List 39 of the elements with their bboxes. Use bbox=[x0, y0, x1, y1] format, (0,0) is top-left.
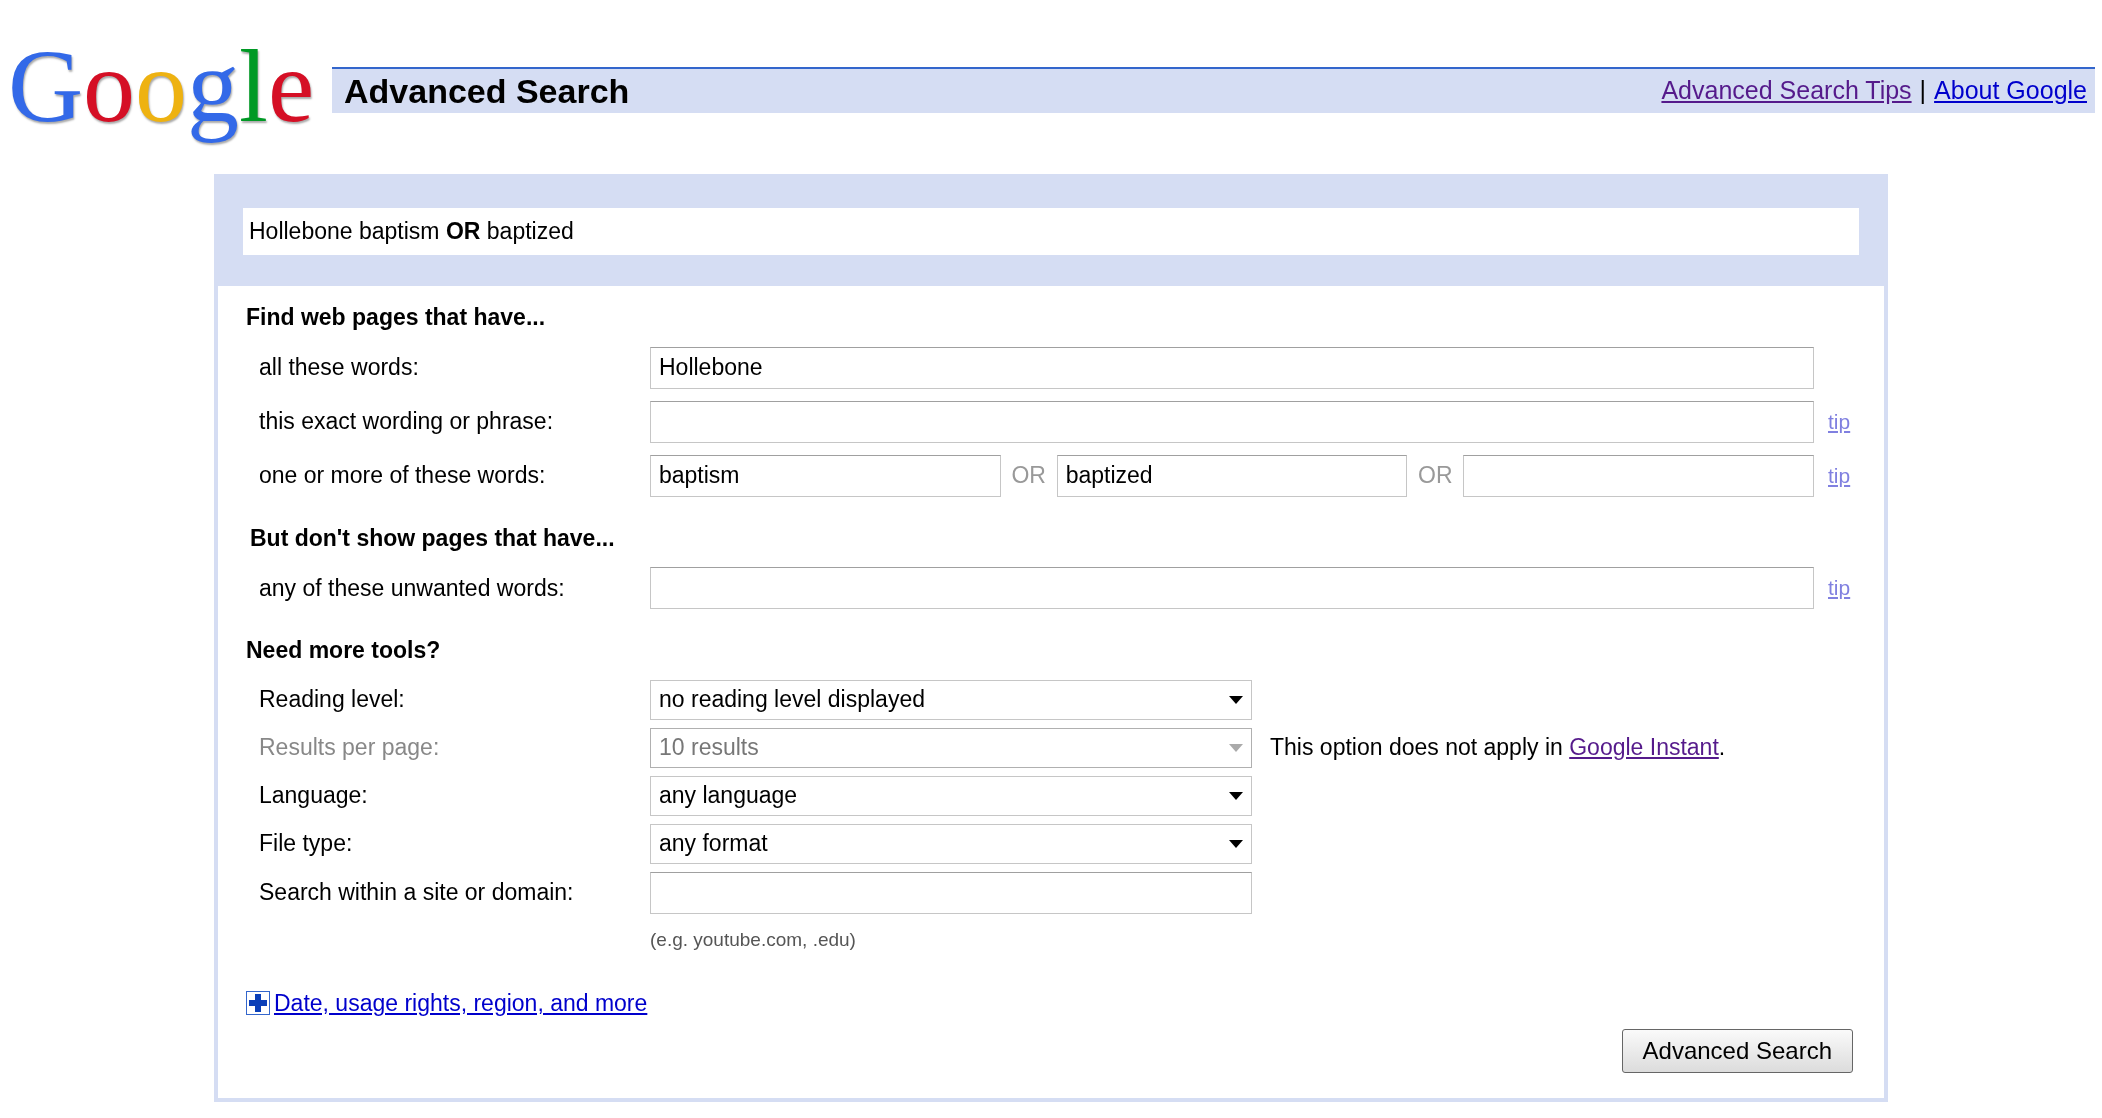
or-label: OR bbox=[1417, 461, 1454, 491]
tips-link[interactable]: Advanced Search Tips bbox=[1661, 72, 1912, 110]
dropdown[interactable]: no reading level displayed bbox=[650, 679, 1252, 720]
section-heading: But don't show pages that have... bbox=[250, 524, 615, 551]
google-logo[interactable]: Google bbox=[8, 22, 324, 156]
dropdown[interactable]: any language bbox=[650, 775, 1252, 816]
text-field[interactable]: baptized bbox=[1056, 454, 1408, 497]
text-field[interactable] bbox=[650, 400, 1814, 443]
caret-icon bbox=[1229, 743, 1243, 752]
text-field[interactable] bbox=[650, 567, 1814, 609]
field-label: Results per page: bbox=[259, 733, 441, 763]
caret-icon bbox=[1229, 839, 1243, 848]
field-label: this exact wording or phrase: bbox=[259, 407, 555, 437]
field-label: File type: bbox=[259, 829, 354, 859]
option-note: This option does not apply in Google Instant. bbox=[1270, 733, 1726, 763]
plus-icon[interactable] bbox=[246, 991, 270, 1016]
page-title: Advanced Search bbox=[344, 70, 630, 112]
field-label: all these words: bbox=[259, 353, 420, 383]
field-label: Reading level: bbox=[259, 685, 406, 715]
advanced-search-button[interactable]: Advanced Search bbox=[1621, 1028, 1853, 1073]
section-heading: Find web pages that have... bbox=[246, 304, 546, 330]
more-options-link[interactable]: Date, usage rights, region, and more bbox=[274, 986, 648, 1021]
text-field[interactable]: baptism bbox=[650, 454, 1001, 497]
about-link[interactable]: About Google bbox=[1934, 72, 2087, 110]
text-field[interactable] bbox=[1463, 454, 1814, 497]
hint-text: (e.g. youtube.com, .edu) bbox=[650, 928, 856, 950]
caret-icon bbox=[1229, 791, 1243, 800]
dropdown[interactable]: any format bbox=[650, 823, 1252, 864]
field-label: Search within a site or domain: bbox=[259, 878, 575, 908]
query-text: Hollebone baptism OR baptized bbox=[249, 217, 574, 247]
link-separator: | bbox=[1919, 75, 1927, 107]
field-label: Language: bbox=[259, 781, 369, 811]
field-label: one or more of these words: bbox=[259, 461, 547, 491]
field-label: any of these unwanted words: bbox=[259, 573, 566, 603]
section-heading: Need more tools? bbox=[246, 637, 441, 663]
caret-icon bbox=[1229, 695, 1243, 704]
text-field[interactable] bbox=[650, 871, 1252, 914]
text-field[interactable]: Hollebone bbox=[650, 346, 1814, 389]
or-label: OR bbox=[1010, 461, 1047, 491]
